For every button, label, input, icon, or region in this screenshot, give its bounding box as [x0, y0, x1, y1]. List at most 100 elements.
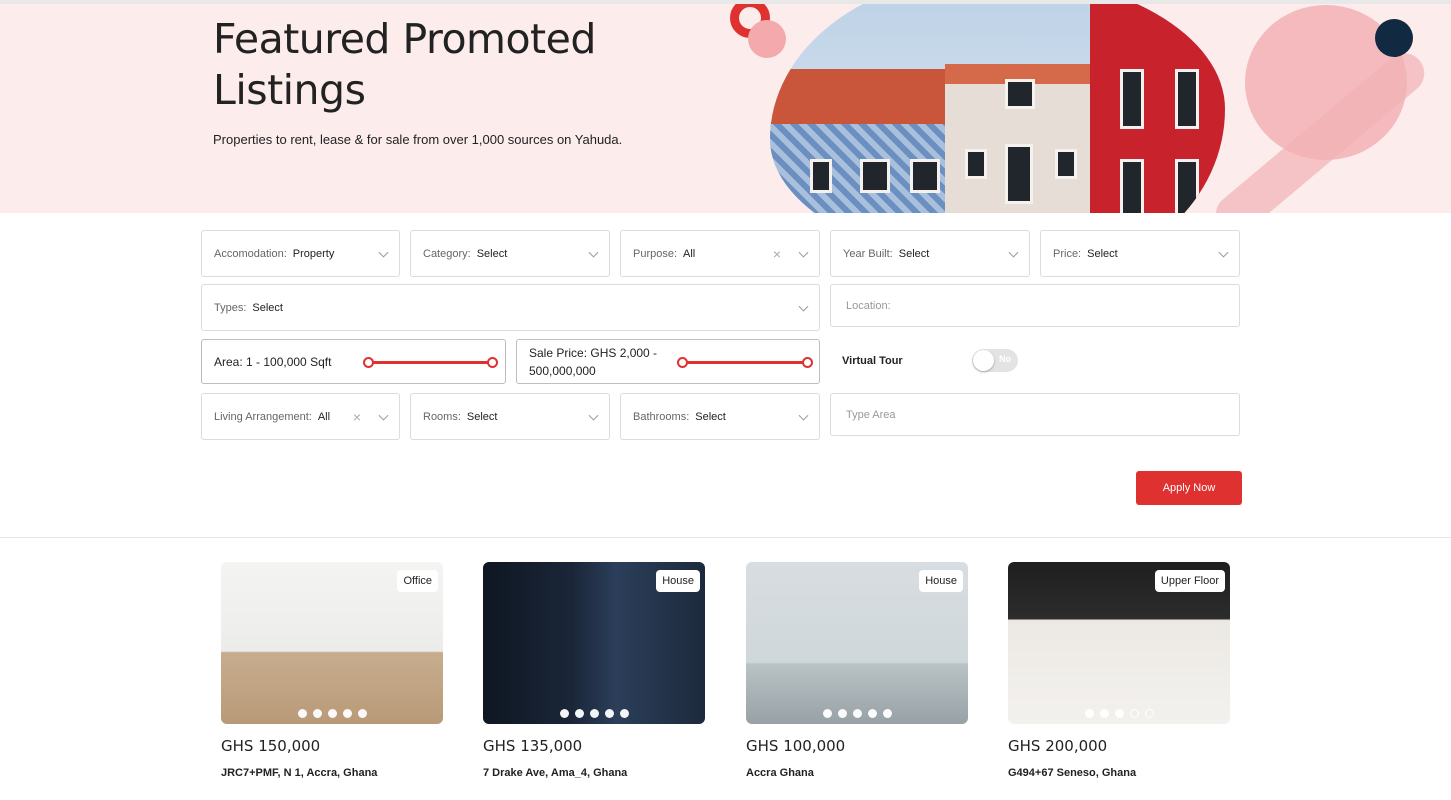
- types-select[interactable]: Types: Select: [201, 284, 820, 331]
- listing-image[interactable]: Upper Floor: [1008, 562, 1230, 724]
- bathrooms-select[interactable]: Bathrooms: Select: [620, 393, 820, 440]
- purpose-value: All: [683, 247, 696, 260]
- year-built-label: Year Built:: [843, 247, 893, 260]
- chevron-down-icon: [378, 410, 389, 421]
- area-slider-track[interactable]: [369, 361, 493, 364]
- accommodation-select[interactable]: Accomodation: Property: [201, 230, 400, 277]
- location-input[interactable]: Location:: [830, 284, 1240, 327]
- carousel-dot[interactable]: [327, 709, 337, 718]
- chevron-down-icon: [378, 247, 389, 258]
- year-built-value: Select: [898, 247, 930, 260]
- listing-card[interactable]: Office GHS 150,000 JRC7+PMF, N 1, Accra,…: [221, 562, 443, 779]
- carousel-dot[interactable]: [1099, 709, 1109, 718]
- living-arrangement-label: Living Arrangement:: [214, 410, 312, 423]
- sale-price-slider-track[interactable]: [684, 361, 808, 364]
- apply-now-button[interactable]: Apply Now: [1136, 471, 1242, 505]
- carousel-dot[interactable]: [619, 709, 629, 718]
- sale-price-min-handle[interactable]: [677, 357, 688, 368]
- chevron-down-icon: [588, 410, 599, 421]
- area-min-handle[interactable]: [363, 357, 374, 368]
- carousel-dot[interactable]: [1129, 709, 1139, 718]
- category-value: Select: [476, 247, 508, 260]
- virtual-tour-label: Virtual Tour: [842, 355, 903, 367]
- living-arrangement-select[interactable]: Living Arrangement: All ×: [201, 393, 400, 440]
- type-area-placeholder: Type Area: [846, 408, 896, 421]
- chevron-down-icon: [798, 301, 809, 312]
- chevron-down-icon: [798, 410, 809, 421]
- decorative-navy-dot: [1375, 19, 1413, 57]
- page-subtitle: Properties to rent, lease & for sale fro…: [213, 132, 623, 147]
- sale-price-max-handle[interactable]: [802, 357, 813, 368]
- carousel-dot[interactable]: [882, 709, 892, 718]
- area-max-handle[interactable]: [487, 357, 498, 368]
- types-label: Types:: [214, 301, 247, 314]
- rooms-select[interactable]: Rooms: Select: [410, 393, 610, 440]
- section-divider: [0, 537, 1451, 538]
- living-arrangement-value: All: [317, 410, 331, 423]
- purpose-select[interactable]: Purpose: All ×: [620, 230, 820, 277]
- carousel-dots: [1008, 709, 1230, 718]
- listing-address: JRC7+PMF, N 1, Accra, Ghana: [221, 767, 378, 779]
- carousel-dot[interactable]: [604, 709, 614, 718]
- listing-address: G494+67 Seneso, Ghana: [1008, 767, 1137, 779]
- hero-banner: Featured Promoted Listings Properties to…: [0, 4, 1451, 213]
- listing-image[interactable]: House: [483, 562, 705, 724]
- listing-card[interactable]: House GHS 100,000 Accra Ghana: [746, 562, 968, 779]
- carousel-dot[interactable]: [1084, 709, 1094, 718]
- carousel-dot[interactable]: [1144, 709, 1154, 718]
- listing-card[interactable]: House GHS 135,000 7 Drake Ave, Ama_4, Gh…: [483, 562, 705, 779]
- listing-type-badge: House: [656, 570, 700, 592]
- clear-icon[interactable]: ×: [353, 409, 361, 425]
- type-area-input[interactable]: Type Area: [830, 393, 1240, 436]
- carousel-dot[interactable]: [357, 709, 367, 718]
- carousel-dot[interactable]: [342, 709, 352, 718]
- toggle-knob: [973, 350, 994, 371]
- price-value: Select: [1087, 247, 1118, 260]
- listing-image[interactable]: Office: [221, 562, 443, 724]
- listing-type-badge: Upper Floor: [1154, 570, 1225, 592]
- chevron-down-icon: [588, 247, 599, 258]
- bathrooms-value: Select: [695, 410, 726, 423]
- chevron-down-icon: [1218, 247, 1229, 258]
- carousel-dot[interactable]: [1114, 709, 1124, 718]
- listing-card[interactable]: Upper Floor GHS 200,000 G494+67 Seneso, …: [1008, 562, 1230, 779]
- types-value: Select: [252, 301, 283, 314]
- price-select[interactable]: Price: Select: [1040, 230, 1240, 277]
- category-label: Category:: [423, 247, 471, 260]
- chevron-down-icon: [798, 247, 809, 258]
- sale-price-range-label: Sale Price: GHS 2,000 - 500,000,000: [529, 345, 658, 378]
- virtual-tour-toggle[interactable]: No: [972, 349, 1018, 372]
- sale-price-range[interactable]: Sale Price: GHS 2,000 - 500,000,000: [516, 339, 820, 384]
- listing-address: Accra Ghana: [746, 767, 814, 779]
- listing-price: GHS 135,000: [483, 737, 583, 755]
- rooms-label: Rooms:: [423, 410, 461, 423]
- category-select[interactable]: Category: Select: [410, 230, 610, 277]
- toggle-state: No: [999, 354, 1011, 364]
- listing-type-badge: Office: [397, 570, 438, 592]
- area-range[interactable]: Area: 1 - 100,000 Sqft: [201, 339, 506, 384]
- carousel-dot[interactable]: [297, 709, 307, 718]
- listing-image[interactable]: House: [746, 562, 968, 724]
- carousel-dot[interactable]: [312, 709, 322, 718]
- carousel-dot[interactable]: [822, 709, 832, 718]
- listing-address: 7 Drake Ave, Ama_4, Ghana: [483, 767, 628, 779]
- carousel-dot[interactable]: [559, 709, 569, 718]
- price-label: Price:: [1053, 247, 1082, 260]
- accommodation-value: Property: [292, 247, 335, 260]
- hero-image: [770, 4, 1225, 213]
- carousel-dot[interactable]: [867, 709, 877, 718]
- carousel-dots: [483, 709, 705, 718]
- area-range-label: Area: 1 - 100,000 Sqft: [214, 354, 332, 369]
- listing-price: GHS 150,000: [221, 737, 321, 755]
- carousel-dot[interactable]: [574, 709, 584, 718]
- chevron-down-icon: [1008, 247, 1019, 258]
- listing-price: GHS 100,000: [746, 737, 846, 755]
- listing-price: GHS 200,000: [1008, 737, 1108, 755]
- location-placeholder: Location:: [846, 299, 891, 312]
- carousel-dot[interactable]: [852, 709, 862, 718]
- carousel-dot[interactable]: [589, 709, 599, 718]
- clear-icon[interactable]: ×: [773, 246, 781, 262]
- carousel-dot[interactable]: [837, 709, 847, 718]
- decorative-dot: [748, 20, 786, 58]
- year-built-select[interactable]: Year Built: Select: [830, 230, 1030, 277]
